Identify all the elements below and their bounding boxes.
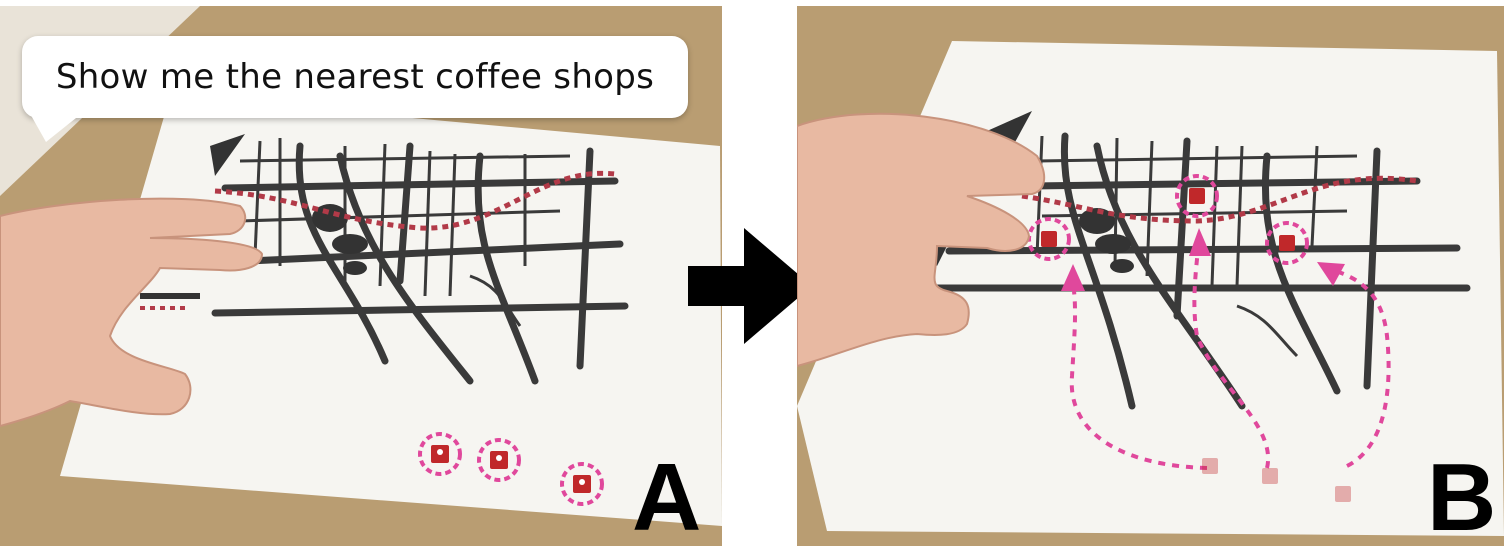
photo-panel-a: Show me the nearest coffee shops A [0, 6, 722, 546]
speech-bubble: Show me the nearest coffee shops [22, 36, 688, 118]
tactile-map-scene-b [797, 6, 1504, 546]
photo-panel-b: B [797, 6, 1504, 546]
right-arrow-icon [688, 228, 812, 344]
panel-label-b: B [1427, 444, 1497, 546]
panel-label-a: A [632, 444, 702, 546]
speech-bubble-tail [28, 110, 86, 142]
speech-text: Show me the nearest coffee shops [55, 57, 655, 97]
